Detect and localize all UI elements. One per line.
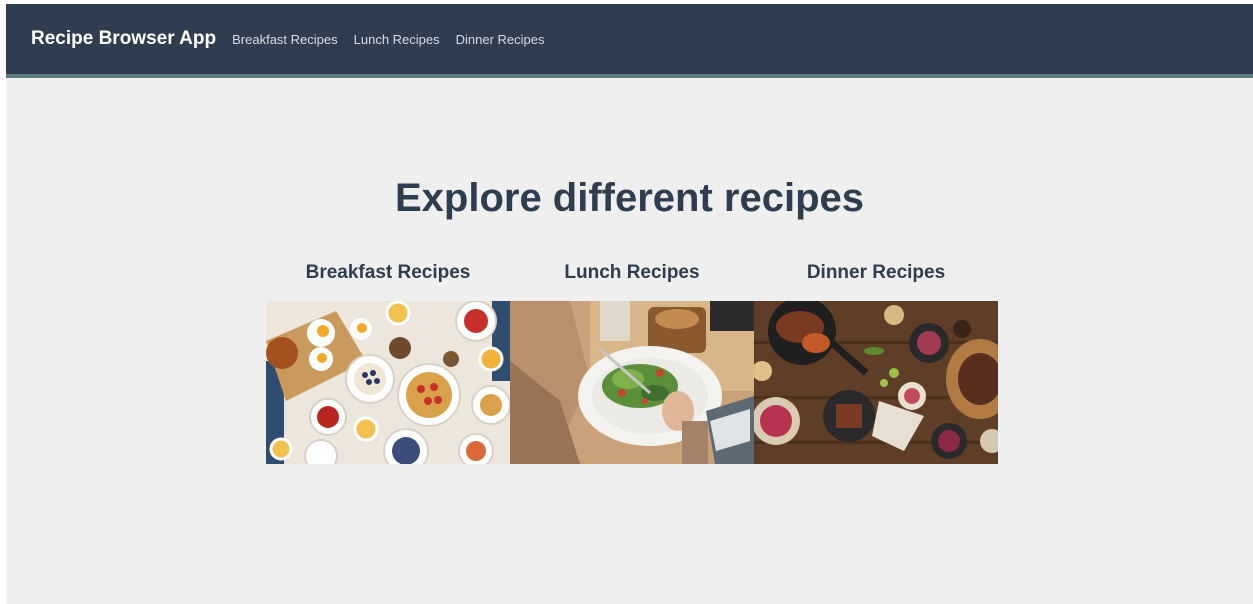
dinner-image[interactable] <box>754 301 998 464</box>
recipe-card-breakfast[interactable]: Breakfast Recipes <box>266 262 510 464</box>
breakfast-image[interactable] <box>266 301 510 464</box>
brand-link[interactable]: Recipe Browser App <box>31 28 216 50</box>
page: Recipe Browser App Breakfast Recipes Lun… <box>6 4 1253 604</box>
card-title-dinner: Dinner Recipes <box>806 262 946 283</box>
nav-links: Breakfast Recipes Lunch Recipes Dinner R… <box>232 32 544 47</box>
nav-link-dinner[interactable]: Dinner Recipes <box>456 32 545 47</box>
lunch-image[interactable] <box>510 301 754 464</box>
card-title-breakfast: Breakfast Recipes <box>305 262 471 283</box>
dinner-table-photo <box>754 301 998 464</box>
nav-link-lunch[interactable]: Lunch Recipes <box>354 32 440 47</box>
breakfast-spread-photo <box>266 301 510 464</box>
recipe-cards: Breakfast Recipes Lunch Recipes Dinner R… <box>266 262 998 464</box>
recipe-card-dinner[interactable]: Dinner Recipes <box>754 262 998 464</box>
page-headline: Explore different recipes <box>394 176 865 220</box>
salad-plate-photo <box>510 301 754 464</box>
nav-link-breakfast[interactable]: Breakfast Recipes <box>232 32 338 47</box>
navbar: Recipe Browser App Breakfast Recipes Lun… <box>6 4 1253 78</box>
recipe-card-lunch[interactable]: Lunch Recipes <box>510 262 754 464</box>
card-title-lunch: Lunch Recipes <box>564 262 700 283</box>
